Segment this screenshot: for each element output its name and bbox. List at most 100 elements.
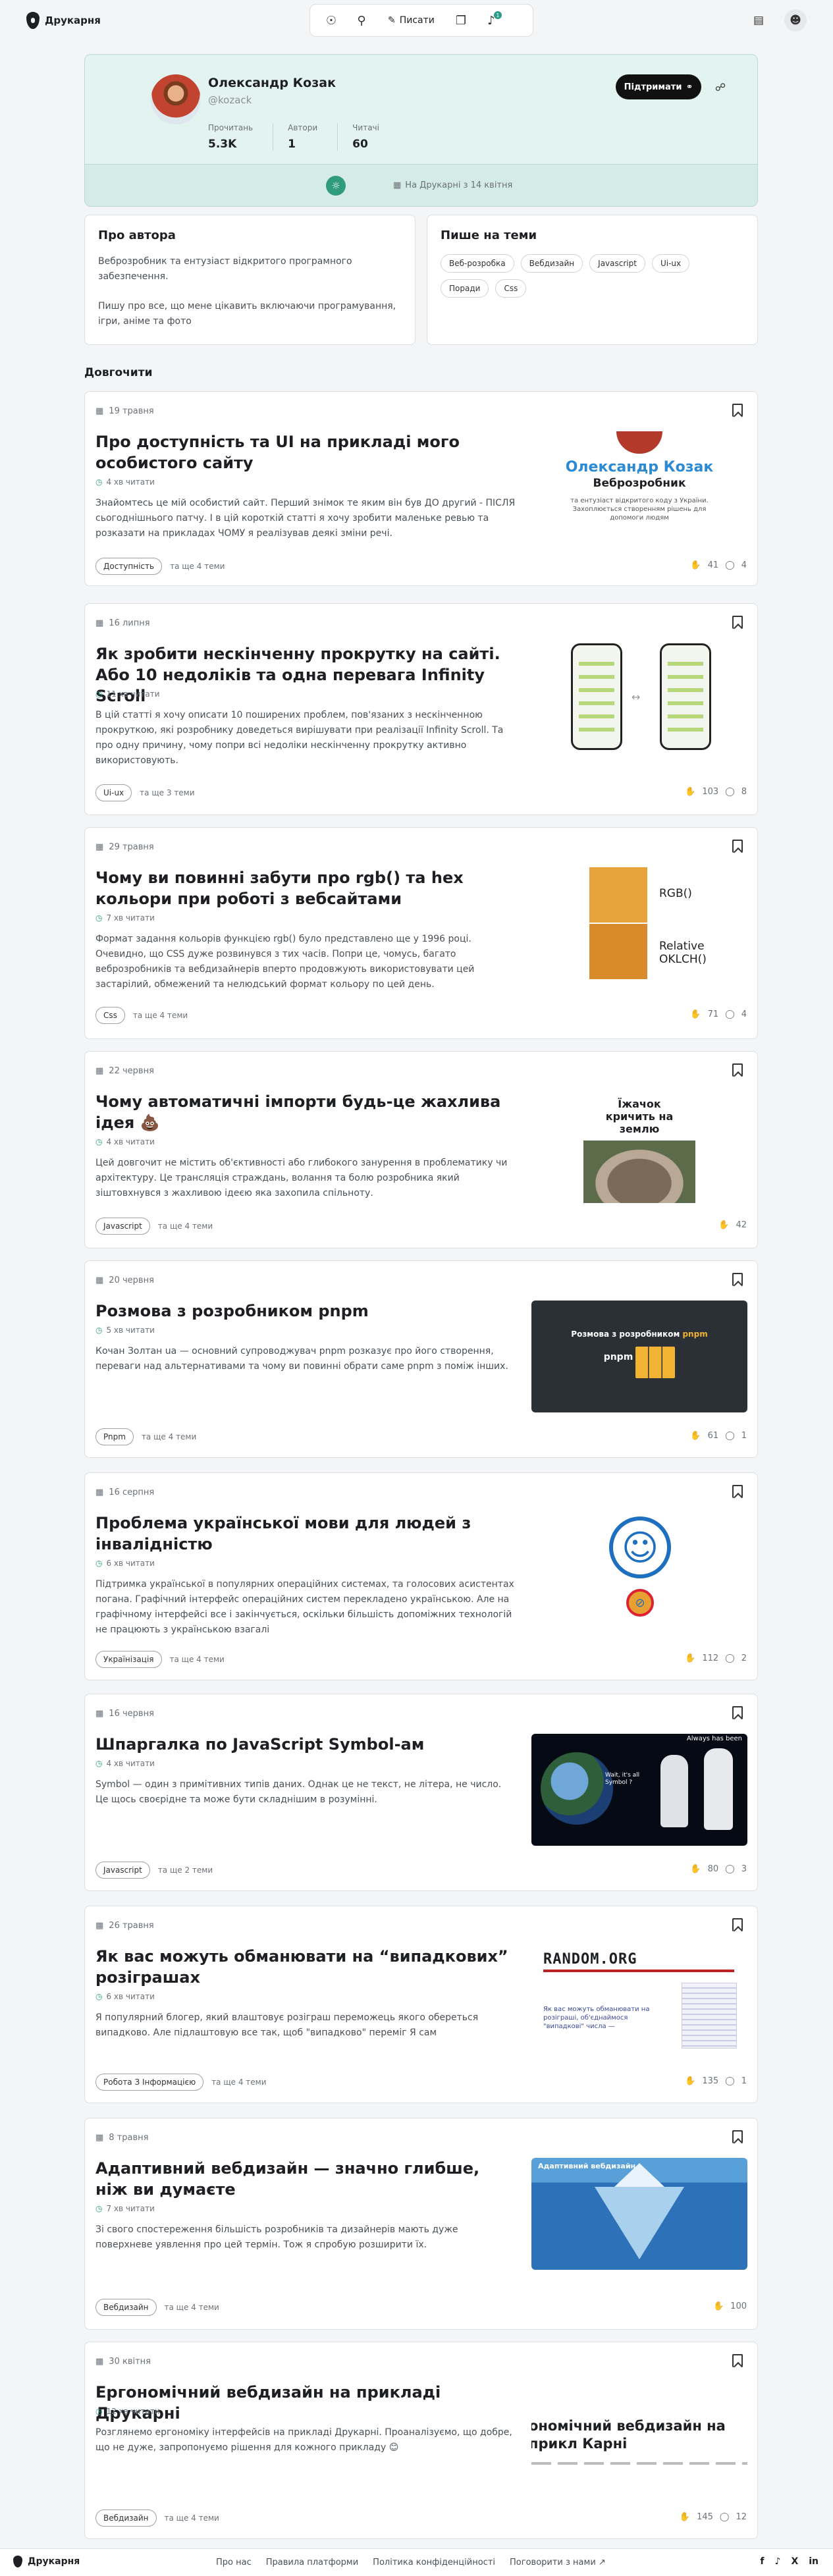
more-topics: та ще 4 теми xyxy=(157,1221,213,1231)
article-card[interactable]: ▦ 19 травня Про доступність та UI на прик… xyxy=(84,391,758,586)
topic-chip[interactable]: Css xyxy=(495,279,527,298)
notification-badge: 1 xyxy=(493,11,502,19)
calendar-icon: ▦ xyxy=(95,1921,104,1931)
article-card[interactable]: ▦ 26 травня Як вас можуть обманювати на “… xyxy=(84,1906,758,2103)
compass-icon[interactable]: ☉ xyxy=(321,10,342,31)
footer-link-rules[interactable]: Правила платформи xyxy=(266,2558,358,2567)
footer-link-contact[interactable]: Поговорити з нами ↗ xyxy=(510,2558,606,2567)
article-date: ▦ 26 травня xyxy=(95,1921,154,1931)
tag[interactable]: Робота З Інформацією xyxy=(95,2074,204,2091)
bookmark-icon[interactable]: ❐ xyxy=(450,10,471,31)
tag[interactable]: Javascript xyxy=(95,1218,150,1235)
tag[interactable]: Українізація xyxy=(95,1651,162,1668)
about-title: Про автора xyxy=(98,228,176,242)
tiktok-icon[interactable]: ♪ xyxy=(775,2556,781,2567)
article-title[interactable]: Проблема української мови для людей з ін… xyxy=(95,1513,517,1555)
article-card[interactable]: ▦ 16 липня Як зробити нескінченну прокрут… xyxy=(84,603,758,815)
meme-caption: Always has been xyxy=(686,1735,742,1742)
bookmark-icon[interactable] xyxy=(732,616,743,629)
tag[interactable]: Pnpm xyxy=(95,1428,134,1445)
footer-link-privacy[interactable]: Політика конфіденційності xyxy=(373,2558,495,2567)
avatar xyxy=(151,74,201,124)
article-card[interactable]: ▦ 29 травня Чому ви повинні забути про rg… xyxy=(84,827,758,1039)
tag[interactable]: Javascript xyxy=(95,1862,150,1879)
share-icon[interactable]: ☍ xyxy=(712,78,729,95)
article-title[interactable]: Шпаргалка по JavaScript Symbol-ам xyxy=(95,1734,517,1755)
topics-card: Пише на теми Веб-розробка Вебдизайн Java… xyxy=(427,215,758,345)
article-stats: ✋ 112 ◯ 2 xyxy=(685,1653,747,1663)
article-card[interactable]: ▦ 30 квітня Ергономічний вебдизайн на при… xyxy=(84,2342,758,2539)
profile-card: Олександр Козак @kozack Прочитань 5.3K Ав… xyxy=(84,54,758,207)
read-time: ◷ 4 хв читати xyxy=(95,477,155,487)
article-title[interactable]: Як вас можуть обманювати на “випадкових”… xyxy=(95,1946,517,1988)
bookmark-icon[interactable] xyxy=(732,404,743,417)
bookmark-icon[interactable] xyxy=(732,1063,743,1077)
bookmark-icon[interactable] xyxy=(732,1485,743,1498)
more-topics: та ще 2 теми xyxy=(157,1865,213,1875)
article-thumbnail: Адаптивний вебдизайн xyxy=(531,2158,747,2270)
article-card[interactable]: ▦ 22 червня Чому автоматичні імпорти будь… xyxy=(84,1051,758,1248)
stat-reads: Прочитань 5.3K xyxy=(208,123,274,151)
topic-chip[interactable]: Ui-ux xyxy=(651,254,690,273)
write-button[interactable]: ✎ Писати xyxy=(381,10,441,31)
article-card[interactable]: ▦ 16 червня Шпаргалка по JavaScript Symbo… xyxy=(84,1694,758,1891)
article-title[interactable]: Про доступність та UI на прикладі мого о… xyxy=(95,431,517,473)
bell-icon[interactable]: ♪ 1 xyxy=(481,10,502,31)
support-button[interactable]: Підтримати ⚭ xyxy=(616,74,701,99)
main-nav: ☉ ⚲ ✎ Писати ❐ ♪ 1 xyxy=(309,4,533,37)
bookmark-icon[interactable] xyxy=(732,1918,743,1931)
article-card[interactable]: ▦ 20 червня Розмова з розробником pnpm ◷ 5… xyxy=(84,1260,758,1458)
bookmark-icon[interactable] xyxy=(732,2354,743,2367)
article-stats: ✋ 103 ◯ 8 xyxy=(685,787,747,797)
thumb-name: Олександр Козак xyxy=(565,459,714,475)
read-time: ◷ 7 хв читати xyxy=(95,2204,155,2213)
more-topics: та ще 4 теми xyxy=(141,1432,197,1441)
tag[interactable]: Вебдизайн xyxy=(95,2299,157,2316)
topic-chip[interactable]: Поради xyxy=(441,279,489,298)
topic-chip[interactable]: Вебдизайн xyxy=(520,254,583,273)
clock-icon: ◷ xyxy=(95,1137,103,1146)
coins-icon: ⚭ xyxy=(685,82,693,92)
bookmark-icon[interactable] xyxy=(732,2130,743,2143)
user-avatar-icon[interactable]: ☻ xyxy=(784,9,807,32)
tag[interactable]: Доступність xyxy=(95,558,163,575)
topic-chip[interactable]: Javascript xyxy=(589,254,645,273)
article-title[interactable]: Чому автоматичні імпорти будь-це жахлива… xyxy=(95,1091,517,1133)
article-title[interactable]: Чому ви повинні забути про rgb() та hex … xyxy=(95,867,517,909)
bookmark-icon[interactable] xyxy=(732,1273,743,1286)
article-thumbnail: Розмова з розробником pnpm pnpm xyxy=(531,1301,747,1412)
article-card[interactable]: ▦ 16 серпня Проблема української мови для… xyxy=(84,1472,758,1680)
profile-handle: @kozack xyxy=(208,94,252,106)
meme-caption: Їжачок кричить на землю xyxy=(605,1098,674,1135)
meme-bubble: Wait, it's all Symbol ? xyxy=(605,1772,640,1786)
about-text-1: Веброзробник та ентузіаст відкритого про… xyxy=(98,256,352,282)
footer-link-about[interactable]: Про нас xyxy=(216,2558,252,2567)
about-text-2: Пишу про все, що мене цікавить включаючи… xyxy=(98,301,396,327)
logo[interactable]: Друкарня xyxy=(26,12,101,29)
tag[interactable]: Css xyxy=(95,1007,125,1024)
logo-icon xyxy=(26,12,40,29)
edit-doc-icon[interactable]: ▤ xyxy=(747,9,770,32)
article-title[interactable]: Ергономічний вебдизайн на прикладі Друка… xyxy=(95,2382,517,2424)
more-topics: та ще 3 теми xyxy=(140,788,195,797)
random-org-logo: RANDOM.ORG xyxy=(543,1951,637,1968)
bookmark-icon[interactable] xyxy=(732,840,743,853)
tag[interactable]: Вебдизайн xyxy=(95,2509,157,2527)
topic-chip[interactable]: Веб-розробка xyxy=(441,254,514,273)
article-card[interactable]: ▦ 8 травня Адаптивний вебдизайн — значно … xyxy=(84,2118,758,2330)
bookmark-icon[interactable] xyxy=(732,1706,743,1719)
accessibility-icon: ☺ xyxy=(609,1516,671,1578)
footer-logo[interactable]: Друкарня xyxy=(13,2556,80,2567)
linkedin-icon[interactable]: in xyxy=(809,2556,819,2567)
x-icon[interactable]: X xyxy=(791,2556,798,2567)
article-title[interactable]: Адаптивний вебдизайн — значно глибше, ні… xyxy=(95,2158,517,2200)
article-title[interactable]: Розмова з розробником pnpm xyxy=(95,1301,517,1322)
article-date: ▦ 16 липня xyxy=(95,618,150,628)
globe-icon[interactable]: ☼ xyxy=(326,176,346,196)
clock-icon: ◷ xyxy=(95,689,103,699)
tag[interactable]: Ui-ux xyxy=(95,784,132,801)
article-stats: ✋ 61 ◯ 1 xyxy=(690,1431,747,1441)
facebook-icon[interactable]: f xyxy=(760,2556,764,2567)
search-icon[interactable]: ⚲ xyxy=(351,10,372,31)
top-right-actions: ▤ ☻ xyxy=(747,9,807,32)
